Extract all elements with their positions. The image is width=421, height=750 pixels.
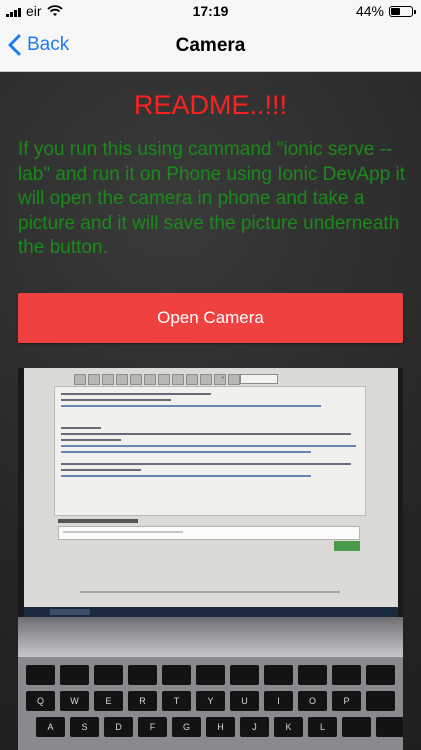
- photo-keyboard-key: [128, 665, 157, 685]
- photo-keyboard-key: [94, 665, 123, 685]
- page-title: Camera: [175, 35, 246, 56]
- battery-icon: [389, 5, 416, 17]
- photo-keyboard-key: [264, 665, 293, 685]
- photo-keyboard-key: O: [298, 691, 327, 711]
- readme-heading: README..!!!: [133, 90, 288, 120]
- photo-keyboard-key: [366, 665, 395, 685]
- photo-edit-message-label: [58, 519, 138, 523]
- photo-keyboard-key: Q: [26, 691, 55, 711]
- photo-keyboard-key: P: [332, 691, 361, 711]
- photo-keyboard-key: W: [60, 691, 89, 711]
- photo-keyboard-key: [376, 717, 403, 737]
- photo-keyboard-key: J: [240, 717, 269, 737]
- photo-keyboard-key: H: [206, 717, 235, 737]
- photo-edit-message-box: [58, 526, 360, 540]
- status-bar: eir 17:19 44%: [0, 0, 421, 22]
- photo-keyboard-key: E: [94, 691, 123, 711]
- photo-taskbar: [24, 607, 398, 617]
- photo-keyboard-key: I: [264, 691, 293, 711]
- photo-keyboard-key: [332, 665, 361, 685]
- photo-keyboard-key: [298, 665, 327, 685]
- photo-keyboard-key: G: [172, 717, 201, 737]
- photo-keyboard-key: [366, 691, 395, 711]
- photo-keyboard: QWERTYUIOP ASDFGHJKL: [18, 657, 403, 750]
- captured-photo: ▪ QWERTYUIOP ASDFGHJKL: [18, 368, 403, 750]
- photo-keyboard-key: [342, 717, 371, 737]
- photo-keyboard-key: S: [70, 717, 99, 737]
- battery-group: 44%: [355, 3, 416, 19]
- photo-keyboard-key: [196, 665, 225, 685]
- photo-keyboard-key: R: [128, 691, 157, 711]
- photo-editor-toolbar: [74, 374, 240, 385]
- photo-keyboard-key: F: [138, 717, 167, 737]
- photo-keyboard-key: A: [36, 717, 65, 737]
- photo-keyboard-key: [26, 665, 55, 685]
- photo-edit-mode-select: [240, 374, 278, 384]
- photo-editor-area: [54, 386, 366, 516]
- battery-percent: 44%: [355, 3, 384, 19]
- photo-keyboard-key: Y: [196, 691, 225, 711]
- content-area: README..!!! If you run this using camman…: [0, 72, 421, 750]
- photo-keyboard-key: [230, 665, 259, 685]
- photo-footer-links: [80, 591, 340, 593]
- navigation-bar: Back Camera: [0, 22, 421, 72]
- photo-save-page-button: [334, 541, 360, 551]
- photo-keyboard-key: U: [230, 691, 259, 711]
- photo-keyboard-key: [60, 665, 89, 685]
- readme-description: If you run this using cammand "ionic ser…: [18, 139, 405, 258]
- photo-laptop-body: [18, 617, 403, 657]
- photo-keyboard-key: L: [308, 717, 337, 737]
- photo-edit-mode-label: ▪: [222, 375, 224, 381]
- photo-keyboard-key: T: [162, 691, 191, 711]
- open-camera-button[interactable]: Open Camera: [18, 293, 403, 343]
- photo-keyboard-key: [162, 665, 191, 685]
- photo-keyboard-key: D: [104, 717, 133, 737]
- photo-keyboard-key: K: [274, 717, 303, 737]
- photo-monitor-screen: ▪: [24, 368, 398, 613]
